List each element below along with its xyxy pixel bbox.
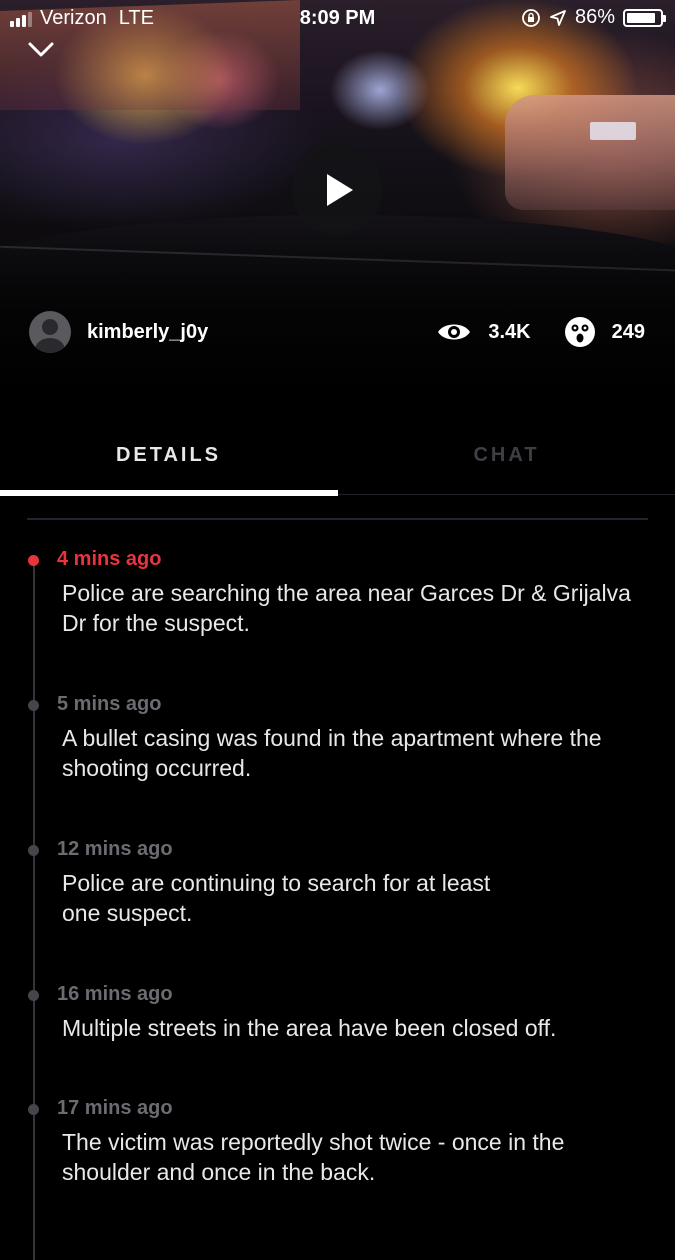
orientation-lock-icon: [522, 8, 540, 27]
eye-icon: [438, 324, 471, 340]
username[interactable]: kimberly_j0y: [87, 321, 208, 344]
battery-level-fill: [627, 12, 655, 23]
update-time: 4 mins ago: [57, 548, 162, 570]
update-text: A bullet casing was found in the apartme…: [62, 725, 602, 781]
video-player[interactable]: Verizon LTE 8:09 PM 86% kimberly_j0y 3.4…: [0, 0, 675, 385]
play-button[interactable]: [292, 145, 382, 235]
timeline-dot-live: [28, 555, 39, 566]
tab-bar: DETAILS CHAT: [0, 420, 675, 496]
tab-chat[interactable]: CHAT: [338, 420, 675, 490]
views-stat: 3.4K: [436, 320, 531, 344]
active-tab-indicator: [0, 490, 338, 496]
author[interactable]: kimberly_j0y: [29, 311, 208, 353]
avatar[interactable]: [29, 311, 71, 353]
update-time: 16 mins ago: [57, 983, 173, 1005]
timeline-dot: [28, 700, 39, 711]
update-time: 12 mins ago: [57, 838, 173, 860]
play-icon: [327, 174, 353, 206]
update-time: 17 mins ago: [57, 1097, 173, 1119]
update-time: 5 mins ago: [57, 693, 162, 715]
update-text: Multiple streets in the area have been c…: [62, 1015, 557, 1041]
reactions-stat[interactable]: 249: [564, 316, 645, 348]
status-bar: Verizon LTE 8:09 PM 86%: [0, 0, 675, 38]
timeline-dot: [28, 1104, 39, 1115]
update-text: The victim was reportedly shot twice - o…: [62, 1129, 565, 1185]
reactions-count: 249: [611, 320, 645, 343]
timeline-dot: [28, 845, 39, 856]
update-text: Police are continuing to search for at l…: [62, 870, 491, 926]
timeline-line: [33, 560, 35, 1260]
section-divider: [27, 518, 648, 520]
timeline-dot: [28, 990, 39, 1001]
views-count: 3.4K: [488, 320, 531, 343]
location-arrow-icon: [550, 9, 566, 26]
update-text: Police are searching the area near Garce…: [62, 580, 631, 636]
battery-icon: [623, 8, 666, 27]
video-stats: 3.4K 249: [436, 316, 645, 348]
collapse-button[interactable]: [26, 38, 56, 62]
chevron-down-icon: [28, 42, 54, 57]
battery-percent: 86%: [574, 6, 615, 28]
shocked-face-icon: [564, 317, 595, 347]
tab-divider: [338, 494, 675, 495]
tab-details[interactable]: DETAILS: [0, 420, 337, 490]
